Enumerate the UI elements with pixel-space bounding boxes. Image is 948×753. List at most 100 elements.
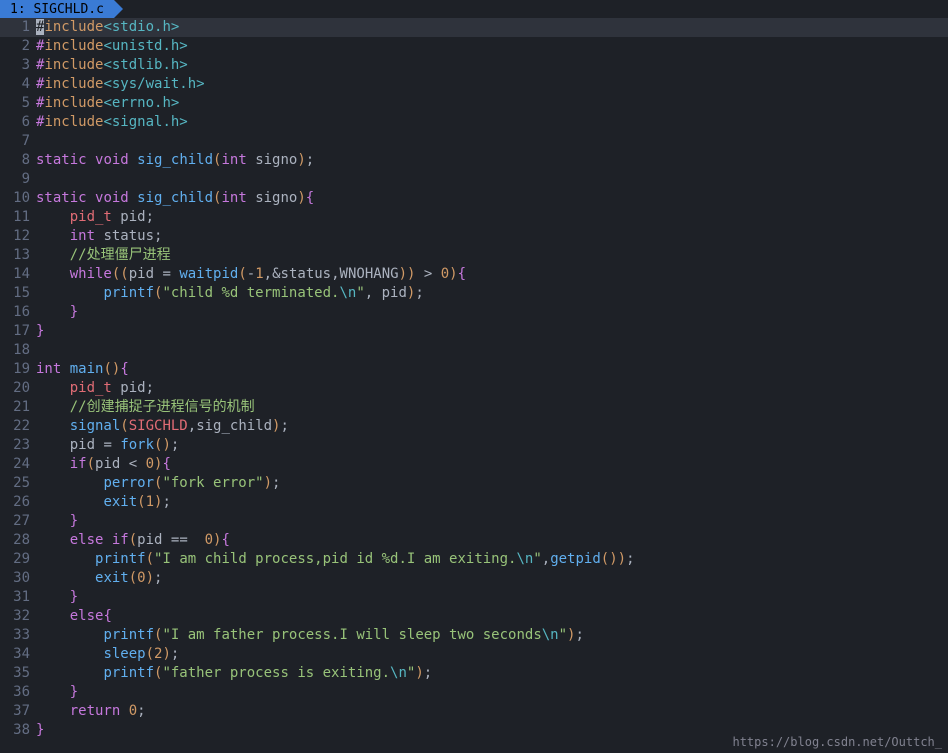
code-content[interactable]: printf("I am father process.I will sleep… [36, 626, 948, 645]
code-line[interactable]: 37 return 0; [0, 702, 948, 721]
code-line[interactable]: 36 } [0, 683, 948, 702]
code-content[interactable] [36, 132, 948, 151]
line-number: 36 [0, 683, 36, 702]
code-content[interactable]: printf("father process is exiting.\n"); [36, 664, 948, 683]
code-line[interactable]: 34 sleep(2); [0, 645, 948, 664]
line-number: 28 [0, 531, 36, 550]
code-line[interactable]: 27 } [0, 512, 948, 531]
code-content[interactable]: } [36, 303, 948, 322]
code-line[interactable]: 23 pid = fork(); [0, 436, 948, 455]
line-number: 33 [0, 626, 36, 645]
line-number: 18 [0, 341, 36, 360]
code-line[interactable]: 29 printf("I am child process,pid id %d.… [0, 550, 948, 569]
code-content[interactable]: #include<signal.h> [36, 113, 948, 132]
code-line[interactable]: 26 exit(1); [0, 493, 948, 512]
code-content[interactable]: #include<stdio.h> [36, 18, 948, 37]
line-number: 11 [0, 208, 36, 227]
code-line[interactable]: 22 signal(SIGCHLD,sig_child); [0, 417, 948, 436]
code-line[interactable]: 12 int status; [0, 227, 948, 246]
line-number: 2 [0, 37, 36, 56]
code-content[interactable]: printf("child %d terminated.\n", pid); [36, 284, 948, 303]
code-content[interactable]: signal(SIGCHLD,sig_child); [36, 417, 948, 436]
code-line[interactable]: 30 exit(0); [0, 569, 948, 588]
code-content[interactable]: #include<stdlib.h> [36, 56, 948, 75]
code-content[interactable]: } [36, 322, 948, 341]
code-line[interactable]: 21 //创建捕捉子进程信号的机制 [0, 398, 948, 417]
code-content[interactable]: return 0; [36, 702, 948, 721]
line-number: 3 [0, 56, 36, 75]
code-content[interactable]: #include<unistd.h> [36, 37, 948, 56]
line-number: 23 [0, 436, 36, 455]
code-content[interactable]: static void sig_child(int signo); [36, 151, 948, 170]
file-tab[interactable]: 1: SIGCHLD.c [0, 0, 114, 18]
code-line[interactable]: 19int main(){ [0, 360, 948, 379]
line-number: 34 [0, 645, 36, 664]
code-content[interactable]: else{ [36, 607, 948, 626]
line-number: 7 [0, 132, 36, 151]
code-line[interactable]: 20 pid_t pid; [0, 379, 948, 398]
code-content[interactable]: exit(0); [36, 569, 948, 588]
code-line[interactable]: 24 if(pid < 0){ [0, 455, 948, 474]
code-line[interactable]: 4#include<sys/wait.h> [0, 75, 948, 94]
code-line[interactable]: 7 [0, 132, 948, 151]
code-line[interactable]: 1#include<stdio.h> [0, 18, 948, 37]
line-number: 4 [0, 75, 36, 94]
code-content[interactable]: } [36, 512, 948, 531]
code-line[interactable]: 18 [0, 341, 948, 360]
code-content[interactable]: //创建捕捉子进程信号的机制 [36, 398, 948, 417]
code-content[interactable]: pid = fork(); [36, 436, 948, 455]
line-number: 29 [0, 550, 36, 569]
code-content[interactable]: printf("I am child process,pid id %d.I a… [36, 550, 948, 569]
code-line[interactable]: 14 while((pid = waitpid(-1,&status,WNOHA… [0, 265, 948, 284]
code-content[interactable]: #include<errno.h> [36, 94, 948, 113]
code-line[interactable]: 32 else{ [0, 607, 948, 626]
line-number: 1 [0, 18, 36, 37]
code-content[interactable]: #include<sys/wait.h> [36, 75, 948, 94]
code-line[interactable]: 10static void sig_child(int signo){ [0, 189, 948, 208]
code-line[interactable]: 28 else if(pid == 0){ [0, 531, 948, 550]
code-content[interactable]: perror("fork error"); [36, 474, 948, 493]
line-number: 13 [0, 246, 36, 265]
code-content[interactable]: sleep(2); [36, 645, 948, 664]
code-content[interactable]: pid_t pid; [36, 208, 948, 227]
line-number: 32 [0, 607, 36, 626]
line-number: 27 [0, 512, 36, 531]
code-line[interactable]: 8static void sig_child(int signo); [0, 151, 948, 170]
line-number: 38 [0, 721, 36, 740]
code-content[interactable]: if(pid < 0){ [36, 455, 948, 474]
code-content[interactable]: while((pid = waitpid(-1,&status,WNOHANG)… [36, 265, 948, 284]
code-line[interactable]: 33 printf("I am father process.I will sl… [0, 626, 948, 645]
line-number: 15 [0, 284, 36, 303]
code-content[interactable]: } [36, 588, 948, 607]
code-line[interactable]: 9 [0, 170, 948, 189]
code-content[interactable]: int status; [36, 227, 948, 246]
code-line[interactable]: 15 printf("child %d terminated.\n", pid)… [0, 284, 948, 303]
code-line[interactable]: 31 } [0, 588, 948, 607]
code-content[interactable] [36, 170, 948, 189]
code-editor[interactable]: 1#include<stdio.h>2#include<unistd.h>3#i… [0, 18, 948, 740]
tab-bar: 1: SIGCHLD.c [0, 0, 948, 18]
line-number: 31 [0, 588, 36, 607]
code-line[interactable]: 11 pid_t pid; [0, 208, 948, 227]
line-number: 25 [0, 474, 36, 493]
line-number: 35 [0, 664, 36, 683]
code-content[interactable] [36, 341, 948, 360]
code-line[interactable]: 13 //处理僵尸进程 [0, 246, 948, 265]
watermark-text: https://blog.csdn.net/Outtch_ [732, 735, 942, 749]
code-content[interactable]: static void sig_child(int signo){ [36, 189, 948, 208]
code-line[interactable]: 17} [0, 322, 948, 341]
code-line[interactable]: 25 perror("fork error"); [0, 474, 948, 493]
code-content[interactable]: int main(){ [36, 360, 948, 379]
code-line[interactable]: 35 printf("father process is exiting.\n"… [0, 664, 948, 683]
code-content[interactable]: pid_t pid; [36, 379, 948, 398]
code-line[interactable]: 2#include<unistd.h> [0, 37, 948, 56]
line-number: 10 [0, 189, 36, 208]
code-content[interactable]: //处理僵尸进程 [36, 246, 948, 265]
code-line[interactable]: 6#include<signal.h> [0, 113, 948, 132]
code-line[interactable]: 16 } [0, 303, 948, 322]
code-content[interactable]: } [36, 683, 948, 702]
code-content[interactable]: else if(pid == 0){ [36, 531, 948, 550]
code-line[interactable]: 3#include<stdlib.h> [0, 56, 948, 75]
code-content[interactable]: exit(1); [36, 493, 948, 512]
code-line[interactable]: 5#include<errno.h> [0, 94, 948, 113]
